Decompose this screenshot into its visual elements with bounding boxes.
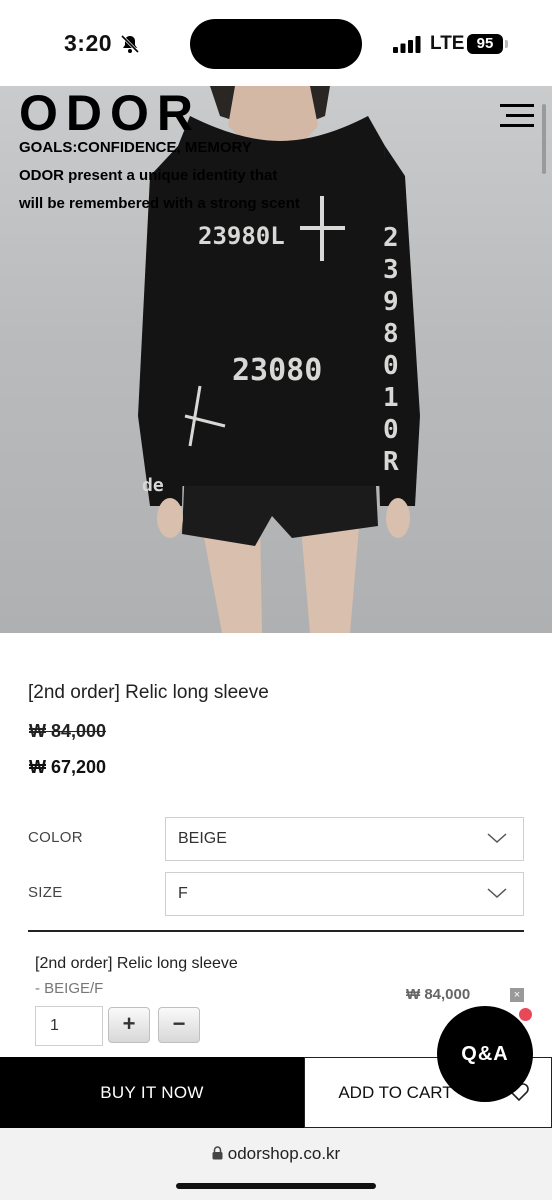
status-bar: 3:20 LTE 95 (0, 0, 552, 86)
hero-tagline: GOALS:CONFIDENCE, MEMORY ODOR present a … (19, 134, 300, 218)
svg-text:0: 0 (383, 415, 399, 445)
divider (28, 930, 524, 932)
battery-tip (505, 40, 508, 48)
size-select[interactable]: F (165, 872, 524, 916)
product-title: [2nd order] Relic long sleeve (28, 682, 269, 703)
buy-now-button[interactable]: BUY IT NOW (0, 1057, 304, 1128)
quantity-input[interactable]: 1 (35, 1006, 103, 1046)
signal-icon (393, 36, 421, 53)
browser-url-bar[interactable]: odorshop.co.kr (0, 1128, 552, 1200)
quantity-minus-button[interactable]: − (158, 1007, 200, 1043)
original-price: ₩ 84,000 (29, 721, 107, 741)
svg-text:8: 8 (383, 319, 399, 349)
tagline-line-2: ODOR present a unique identity that (19, 167, 278, 184)
svg-text:23980L: 23980L (198, 222, 285, 250)
svg-text:2: 2 (383, 223, 399, 253)
bell-muted-icon (120, 34, 140, 54)
tagline-line-3: will be remembered with a strong scent (19, 195, 300, 212)
hero-image: 23980L 23080 de 2 3 9 8 0 1 0 R ODOR GOA… (0, 86, 552, 633)
notification-dot (519, 1008, 532, 1021)
status-time: 3:20 (64, 30, 113, 56)
hamburger-menu-icon[interactable] (500, 102, 534, 128)
remove-item-button[interactable]: × (510, 988, 524, 1002)
tagline-line-1: GOALS:CONFIDENCE, MEMORY (19, 139, 252, 156)
home-indicator (176, 1183, 376, 1189)
chevron-down-icon (487, 888, 507, 899)
size-label: SIZE (28, 884, 63, 901)
selected-item-variant: - BEIGE/F (35, 980, 104, 997)
svg-text:3: 3 (383, 255, 399, 285)
brand-logo[interactable]: ODOR (19, 88, 201, 138)
chevron-down-icon (487, 833, 507, 844)
svg-text:1: 1 (383, 383, 399, 413)
selected-item-price: ₩ 84,000 (406, 986, 471, 1003)
quantity-plus-button[interactable]: + (108, 1007, 150, 1043)
battery-level: 95 (467, 34, 503, 54)
size-select-value: F (178, 885, 188, 902)
network-type: LTE (430, 33, 465, 54)
url-display[interactable]: odorshop.co.kr (0, 1144, 552, 1164)
svg-text:de: de (142, 475, 164, 496)
sale-price: ₩ 67,200 (29, 757, 107, 777)
url-text: odorshop.co.kr (227, 1144, 341, 1163)
scroll-indicator (542, 104, 546, 174)
dynamic-island (190, 19, 362, 69)
lock-icon (212, 1146, 223, 1160)
svg-text:R: R (383, 447, 399, 477)
svg-text:23080: 23080 (232, 353, 322, 388)
color-label: COLOR (28, 829, 83, 846)
qa-floating-button[interactable]: Q&A (437, 1006, 533, 1102)
svg-text:0: 0 (383, 351, 399, 381)
color-select[interactable]: BEIGE (165, 817, 524, 861)
svg-text:9: 9 (383, 287, 399, 317)
color-select-value: BEIGE (178, 830, 227, 847)
selected-item-name: [2nd order] Relic long sleeve (35, 955, 238, 972)
